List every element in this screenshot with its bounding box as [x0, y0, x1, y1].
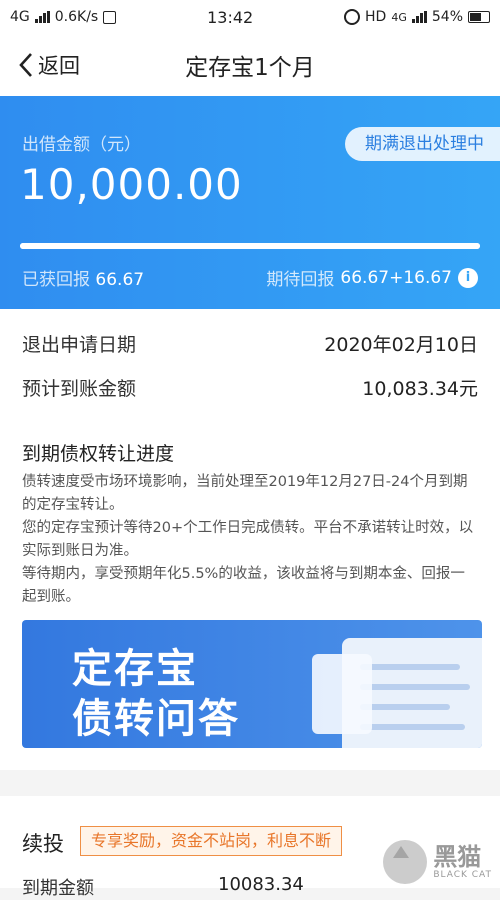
investment-summary: 出借金额（元） 10,000.00 期满退出处理中 已获回报 66.67 期待回…: [0, 96, 500, 309]
reinvest-promo-tag: 专享奖励，资金不站岗，利息不断: [80, 826, 343, 856]
info-icon[interactable]: i: [458, 267, 478, 288]
signal-right-icon: [411, 11, 427, 23]
expected-label: 期待回报: [266, 270, 335, 290]
hd-label: HD: [365, 9, 387, 25]
arrival-label: 预计到账金额: [22, 377, 137, 400]
network-label: 4G: [10, 9, 30, 25]
due-amount-value: 10083.34: [218, 874, 304, 895]
clock: 13:42: [207, 7, 254, 27]
expected-value: 66.67+16.67: [340, 267, 452, 288]
exit-date-row: 退出申请日期 2020年02月10日: [22, 328, 478, 358]
description-line: 债转速度受市场环境影响，当前处理至2019年12月27日-24个月到期的定存宝转…: [22, 474, 468, 513]
progress-fill: [20, 243, 480, 249]
earned-return: 已获回报 66.67: [22, 265, 144, 290]
alarm-icon: [344, 9, 361, 25]
description-line: 您的定存宝预计等待20+个工作日完成债转。平台不承诺转让时效，以实际到账日为准。: [22, 520, 474, 559]
expected-return: 期待回报 66.67+16.67 i: [266, 265, 478, 290]
reinvest-title: 续投: [22, 832, 64, 856]
description-line: 等待期内，享受预期年化5.5%的收益，该收益将与到期本金、回报一起到账。: [22, 566, 465, 605]
chevron-left-icon: [19, 53, 32, 77]
back-label: 返回: [38, 54, 80, 78]
earned-label: 已获回报: [22, 270, 90, 290]
watermark-subtext: BLACK CAT: [433, 870, 492, 880]
exit-date-label: 退出申请日期: [22, 333, 137, 356]
details-card: 退出申请日期 2020年02月10日 预计到账金额 10,083.34元 到期债…: [0, 309, 500, 770]
faq-banner[interactable]: 定存宝 债转问答: [22, 620, 482, 748]
document-back-icon: [312, 654, 372, 734]
amount-value: 10,000.00: [20, 160, 243, 209]
network-speed: 0.6K/s: [54, 9, 99, 25]
exit-date-value: 2020年02月10日: [324, 333, 478, 356]
arrival-value: 10,083.34元: [362, 377, 478, 400]
back-button[interactable]: 返回: [18, 34, 80, 96]
earned-value: 66.67: [95, 270, 145, 290]
app-notification-icon: [103, 10, 117, 24]
watermark: 黑猫 BLACK CAT: [383, 840, 492, 884]
due-amount-label: 到期金额: [22, 878, 94, 899]
black-cat-logo-icon: [383, 840, 428, 884]
watermark-text: 黑猫: [433, 843, 482, 871]
status-badge[interactable]: 期满退出处理中: [345, 127, 500, 161]
transfer-progress-title: 到期债权转让进度: [22, 443, 175, 465]
nav-bar: 返回 定存宝1个月: [0, 34, 500, 96]
reinvest-card: 续投 专享奖励，资金不站岗，利息不断 到期金额 10083.34 黑猫 BLAC…: [0, 796, 500, 899]
battery-percent: 54%: [431, 9, 463, 25]
transfer-progress-description: 债转速度受市场环境影响，当前处理至2019年12月27日-24个月到期的定存宝转…: [22, 471, 474, 609]
banner-title-line2: 债转问答: [72, 696, 240, 742]
signal-icon: [34, 11, 50, 23]
battery-icon: [468, 11, 490, 23]
progress-bar: [20, 243, 480, 249]
arrival-amount-row: 预计到账金额 10,083.34元: [22, 372, 478, 402]
status-bar: 4G 0.6K/s 13:42 HD 4G 54%: [0, 0, 500, 34]
network-right-label: 4G: [391, 10, 407, 24]
amount-label: 出借金额（元）: [22, 135, 141, 155]
